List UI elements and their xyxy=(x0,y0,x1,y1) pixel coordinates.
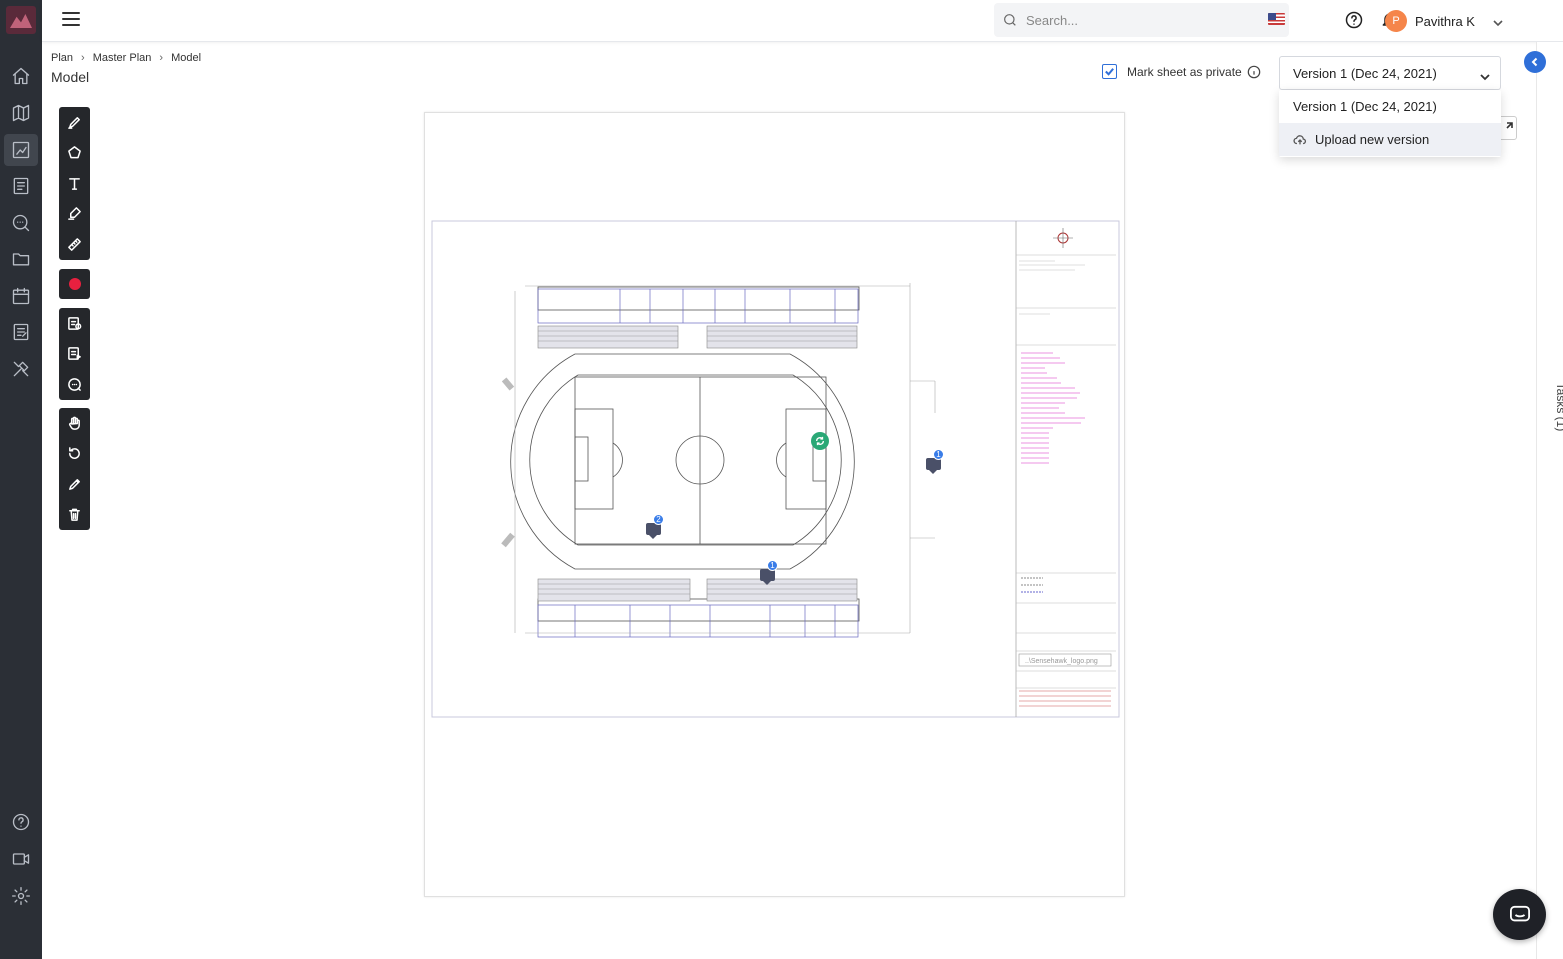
chevron-down-icon xyxy=(1480,69,1490,81)
checklist-icon[interactable] xyxy=(4,170,38,202)
comment-count-badge: 1 xyxy=(767,560,778,571)
draw-tools xyxy=(59,107,90,260)
mark-private-toggle[interactable]: Mark sheet as private xyxy=(1102,64,1261,79)
pencil-icon[interactable] xyxy=(59,107,90,138)
settings-icon[interactable] xyxy=(4,880,38,912)
version-select[interactable]: Version 1 (Dec 24, 2021) xyxy=(1279,56,1501,90)
object-tools xyxy=(59,308,90,400)
search-input[interactable] xyxy=(1026,10,1276,30)
page-title: Model xyxy=(51,69,90,85)
collapse-panel-button[interactable] xyxy=(1524,51,1546,73)
comment-marker-east[interactable]: 1 xyxy=(926,449,944,474)
version-menu: Version 1 (Dec 24, 2021) Upload new vers… xyxy=(1279,90,1501,157)
task-marker[interactable] xyxy=(811,432,829,450)
breadcrumb-plan[interactable]: Plan xyxy=(51,52,73,64)
search-icon xyxy=(1004,14,1016,26)
edit-icon[interactable] xyxy=(59,469,90,500)
comment-marker-field[interactable]: 2 xyxy=(646,514,664,539)
search-chat-icon[interactable] xyxy=(4,207,38,239)
color-tools xyxy=(59,269,90,299)
version-option[interactable]: Version 1 (Dec 24, 2021) xyxy=(1279,90,1501,123)
comment-marker-south[interactable]: 1 xyxy=(760,560,778,585)
breadcrumb-model: Model xyxy=(171,52,202,64)
user-name: Pavithra K xyxy=(1415,13,1475,29)
us-flag-icon[interactable] xyxy=(1268,13,1285,25)
home-icon[interactable] xyxy=(4,60,38,92)
help-circle-icon[interactable] xyxy=(1343,9,1365,31)
color-dot xyxy=(68,278,81,291)
chevron-right-icon: › xyxy=(159,52,164,64)
user-menu[interactable]: P Pavithra K xyxy=(1385,9,1475,33)
menu-icon[interactable] xyxy=(62,12,80,28)
title-block-logo-text: ..\Sensehawk_logo.png xyxy=(1025,658,1098,665)
chevron-down-icon[interactable] xyxy=(1493,15,1503,27)
polygon-icon[interactable] xyxy=(59,138,90,169)
left-sidebar xyxy=(0,0,42,959)
color-picker[interactable] xyxy=(59,269,90,300)
text-icon[interactable] xyxy=(59,168,90,199)
comment-count-badge: 1 xyxy=(933,449,944,460)
avatar: P xyxy=(1385,10,1407,32)
tasks-panel[interactable] xyxy=(1536,42,1563,959)
tools-icon[interactable] xyxy=(4,353,38,385)
ruler-icon[interactable] xyxy=(59,229,90,260)
drawing-sheet[interactable]: ..\Sensehawk_logo.png 1 2 1 xyxy=(424,112,1125,897)
private-checkbox[interactable] xyxy=(1102,64,1117,79)
rotate-icon[interactable] xyxy=(59,439,90,470)
breadcrumb-master-plan[interactable]: Master Plan xyxy=(93,52,152,64)
chevron-right-icon: › xyxy=(81,52,85,64)
comment-count-badge: 2 xyxy=(653,514,664,525)
stadium-drawing: ..\Sensehawk_logo.png xyxy=(431,220,1120,718)
map-icon[interactable] xyxy=(4,97,38,129)
cloud-upload-icon xyxy=(1293,134,1307,144)
info-icon[interactable] xyxy=(1247,65,1261,79)
comment-icon[interactable] xyxy=(59,369,90,400)
video-icon[interactable] xyxy=(4,843,38,875)
tasks-tab[interactable]: Tasks (1) xyxy=(1554,377,1563,437)
app-logo[interactable] xyxy=(6,6,36,34)
hand-icon[interactable] xyxy=(59,408,90,439)
folder-icon[interactable] xyxy=(4,243,38,275)
upload-new-version-option[interactable]: Upload new version xyxy=(1279,123,1501,156)
chat-support-button[interactable] xyxy=(1493,889,1546,940)
help-icon[interactable] xyxy=(4,806,38,838)
breadcrumb: Plan › Master Plan › Model xyxy=(51,52,201,64)
form-icon[interactable] xyxy=(59,339,90,370)
search-box[interactable] xyxy=(994,3,1289,37)
edit-tools xyxy=(59,408,90,530)
plans-icon[interactable] xyxy=(4,134,38,166)
top-bar xyxy=(42,0,1563,42)
chat-icon xyxy=(1509,905,1530,921)
private-label: Mark sheet as private xyxy=(1127,64,1242,79)
trash-icon[interactable] xyxy=(59,500,90,531)
calendar-icon[interactable] xyxy=(4,280,38,312)
task-icon[interactable] xyxy=(59,308,90,339)
forms-icon[interactable] xyxy=(4,316,38,348)
marker-icon[interactable] xyxy=(59,199,90,230)
version-selected: Version 1 (Dec 24, 2021) xyxy=(1293,66,1437,81)
